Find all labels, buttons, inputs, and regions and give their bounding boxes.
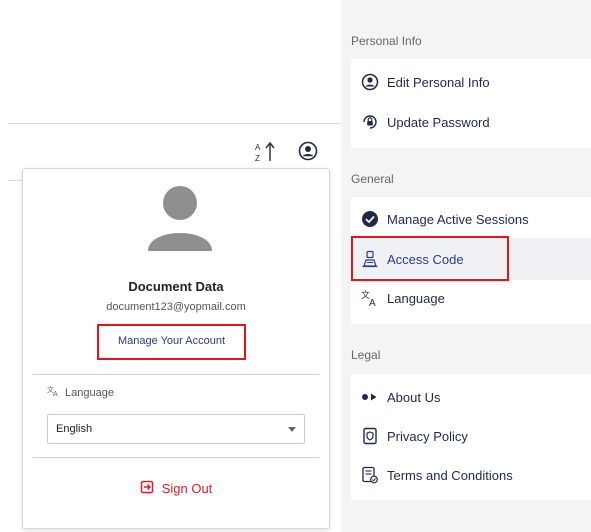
section-label-personal-info: Personal Info xyxy=(351,34,422,48)
account-circle-icon[interactable] xyxy=(298,141,318,161)
menu-item-privacy-policy[interactable]: Privacy Policy xyxy=(361,427,468,445)
menu-item-label: Language xyxy=(387,290,445,306)
avatar xyxy=(146,183,214,253)
sign-out-button[interactable]: Sign Out xyxy=(23,480,329,497)
lock-refresh-icon xyxy=(361,113,379,131)
toolbar-divider-bottom xyxy=(8,180,22,181)
user-email: document123@yopmail.com xyxy=(106,301,246,313)
svg-text:A: A xyxy=(53,391,58,397)
menu-item-update-password[interactable]: Update Password xyxy=(361,113,490,131)
section-label-legal: Legal xyxy=(351,348,381,362)
group-personal-info: Edit Personal Info Update Password xyxy=(351,59,591,148)
dots-play-icon xyxy=(361,388,379,406)
sign-out-label: Sign Out xyxy=(161,481,213,496)
language-label-row: 文 A Language xyxy=(47,385,114,400)
svg-text:A: A xyxy=(255,143,261,152)
menu-item-terms-and-conditions[interactable]: Terms and Conditions xyxy=(361,466,513,484)
terms-document-icon xyxy=(361,466,379,484)
menu-item-label: About Us xyxy=(387,389,441,405)
chevron-down-icon xyxy=(288,426,296,432)
menu-item-label: Terms and Conditions xyxy=(387,467,513,483)
menu-item-manage-active-sessions[interactable]: Manage Active Sessions xyxy=(361,210,529,228)
section-label-general: General xyxy=(351,172,394,186)
svg-text:Z: Z xyxy=(255,154,260,163)
screen: A Z Document Data document123@yopmail.co… xyxy=(0,0,591,532)
sort-az-icon[interactable]: A Z xyxy=(255,140,277,164)
translate-icon: 文 A xyxy=(361,289,379,307)
menu-item-label: Edit Personal Info xyxy=(387,74,490,90)
toolbar-divider xyxy=(8,123,340,124)
person-circle-icon xyxy=(361,73,379,91)
check-circle-icon xyxy=(361,210,379,228)
manage-account-link[interactable]: Manage Your Account xyxy=(99,335,244,347)
language-select[interactable]: English xyxy=(47,414,305,444)
language-select-value: English xyxy=(56,423,93,435)
menu-item-language[interactable]: 文 A Language xyxy=(361,289,445,307)
divider xyxy=(33,374,319,375)
menu-item-label: Update Password xyxy=(387,114,490,130)
menu-item-label: Manage Active Sessions xyxy=(387,211,529,227)
access-code-highlight xyxy=(351,236,509,281)
sign-out-icon xyxy=(140,480,154,497)
language-label: Language xyxy=(65,386,114,399)
translate-icon: 文 A xyxy=(47,385,61,400)
user-name: Document Data xyxy=(128,279,224,294)
svg-text:A: A xyxy=(369,298,376,307)
manage-account-highlight: Manage Your Account xyxy=(97,324,246,360)
profile-dropdown: Document Data document123@yopmail.com Ma… xyxy=(22,168,330,529)
shield-document-icon xyxy=(361,427,379,445)
menu-item-label: Privacy Policy xyxy=(387,428,468,444)
group-legal: About Us Privacy Policy Terms and Condit… xyxy=(351,374,591,500)
divider xyxy=(33,457,319,458)
menu-item-edit-personal-info[interactable]: Edit Personal Info xyxy=(361,73,490,91)
menu-item-about-us[interactable]: About Us xyxy=(361,388,440,406)
